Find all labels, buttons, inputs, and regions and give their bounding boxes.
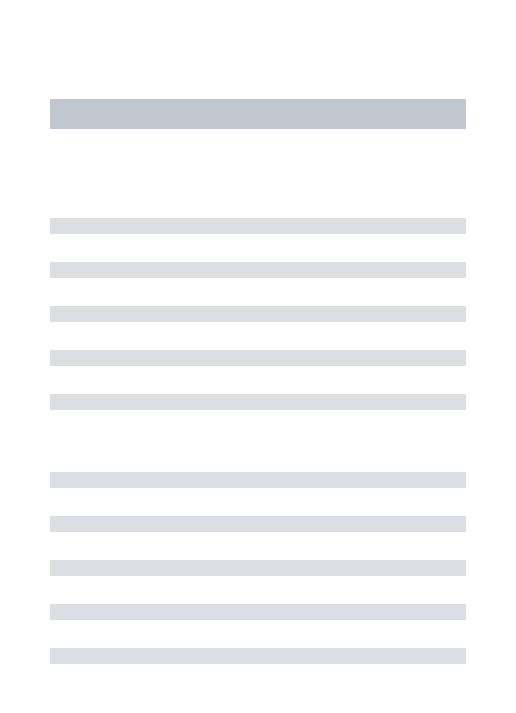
skeleton-line [50,306,466,322]
skeleton-line [50,394,466,410]
skeleton-line [50,218,466,234]
skeleton-line [50,604,466,620]
skeleton-line [50,472,466,488]
skeleton-document [50,0,466,664]
skeleton-line [50,648,466,664]
skeleton-line [50,262,466,278]
skeleton-line [50,560,466,576]
skeleton-line [50,350,466,366]
skeleton-title-bar [50,99,466,129]
skeleton-line [50,516,466,532]
